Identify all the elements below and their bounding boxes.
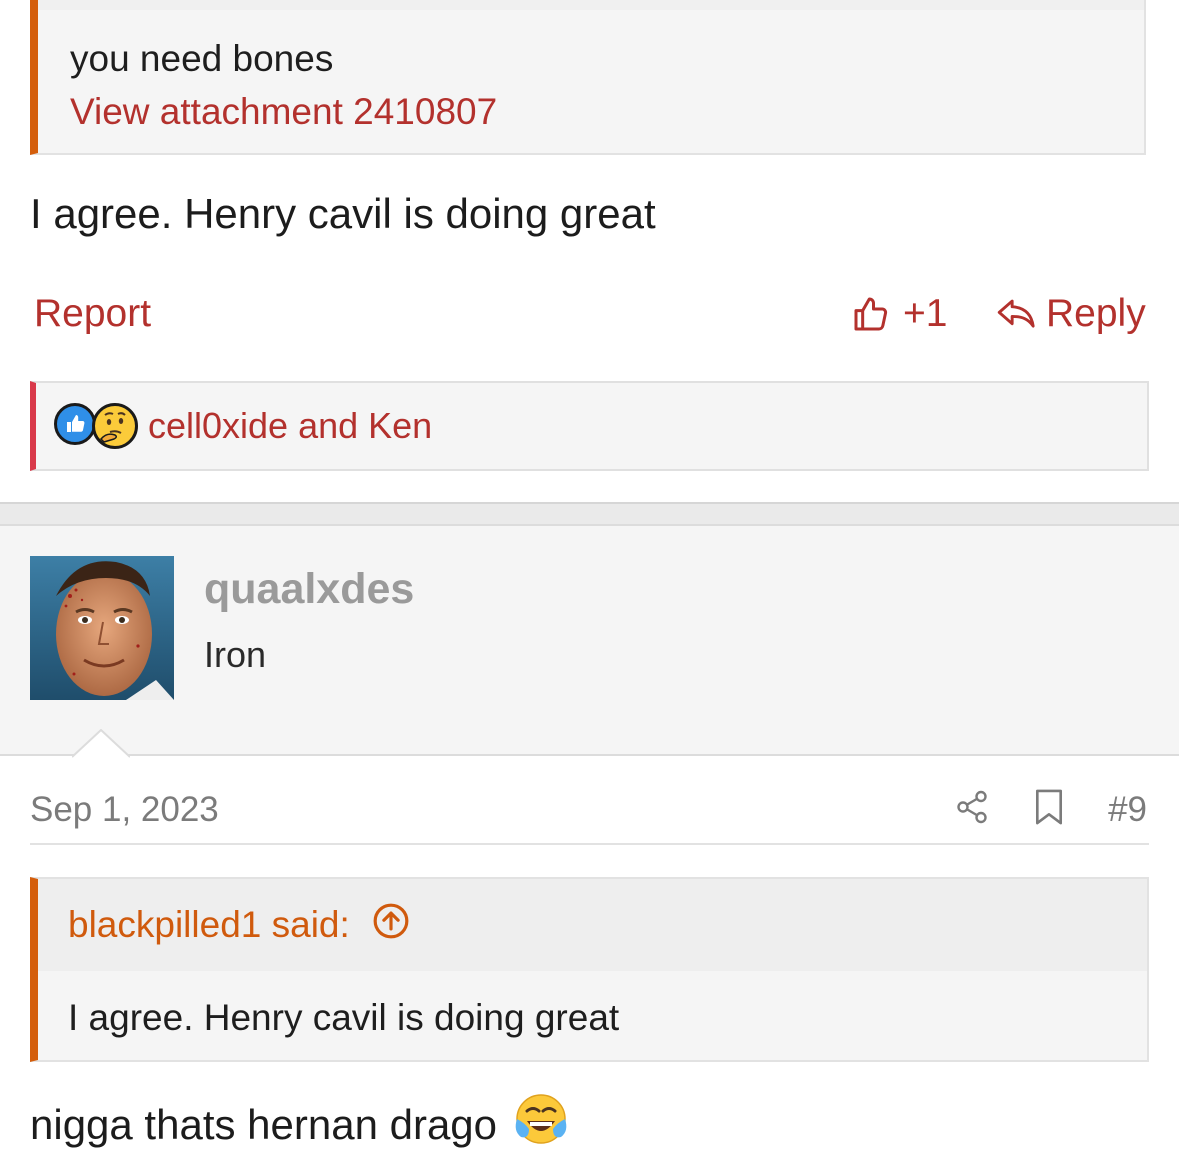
attachment-link[interactable]: View attachment 2410807 (70, 91, 497, 133)
post-message: I agree. Henry cavil is doing great (30, 190, 656, 237)
user-block (0, 526, 1179, 756)
tears-of-joy-icon (513, 1093, 569, 1157)
reply-button[interactable]: Reply (996, 292, 1146, 336)
reactions-bar[interactable]: cell0xide and Ken (30, 381, 1149, 471)
user-title: Iron (204, 634, 267, 675)
like-icon (54, 403, 96, 445)
post-separator (0, 502, 1179, 526)
quote-text: I agree. Henry cavil is doing great (68, 997, 620, 1038)
quote-block: blackpilled1 said: I agree. Henry cavil … (30, 877, 1149, 1062)
share-icon[interactable] (954, 788, 990, 831)
post-message: nigga thats hernan drago (30, 1093, 569, 1157)
bookmark-icon[interactable] (1034, 788, 1064, 831)
quote-author[interactable]: blackpilled1 said: (68, 902, 410, 949)
like-button[interactable]: +1 (851, 292, 947, 336)
quote-block: you need bones View attachment 2410807 (30, 0, 1146, 155)
report-link[interactable]: Report (34, 292, 151, 336)
reply-icon (996, 294, 1038, 334)
thumbs-up-icon (851, 294, 891, 334)
avatar[interactable] (30, 556, 174, 700)
reaction-users[interactable]: cell0xide and Ken (148, 405, 432, 447)
quote-author-label: blackpilled1 said: (68, 904, 350, 945)
post-date[interactable]: Sep 1, 2023 (30, 790, 219, 830)
quote-text: you need bones (70, 38, 334, 79)
divider (30, 843, 1149, 845)
like-count: +1 (903, 292, 948, 335)
thinking-face-icon (92, 403, 138, 449)
post-number[interactable]: #9 (1108, 790, 1147, 830)
report-label: Report (34, 292, 152, 335)
username[interactable]: quaalxdes (204, 565, 414, 614)
jump-to-quote-icon[interactable] (372, 902, 410, 949)
caret-pointer (72, 729, 130, 758)
post-message-text: nigga thats hernan drago (30, 1101, 498, 1148)
reply-label: Reply (1046, 292, 1146, 335)
